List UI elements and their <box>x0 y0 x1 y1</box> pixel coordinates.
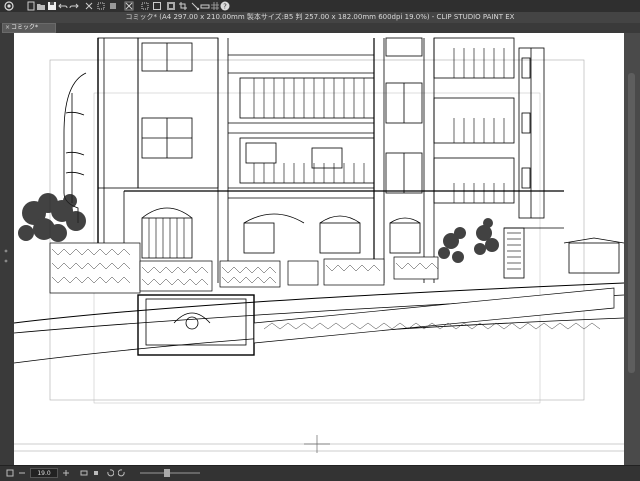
clear-icon[interactable] <box>84 1 94 11</box>
scrollbar-thumb[interactable] <box>628 73 635 373</box>
redo-icon[interactable] <box>69 1 79 11</box>
left-ruler <box>0 33 14 465</box>
window-title: コミック* (A4 297.00 x 210.00mm 製本サイズ:B5 判 2… <box>125 13 515 21</box>
deselect-icon[interactable] <box>152 1 162 11</box>
rotate-right-icon[interactable] <box>118 469 126 477</box>
snap-icon[interactable] <box>190 1 200 11</box>
save-icon[interactable] <box>47 1 57 11</box>
zoom-out-icon[interactable] <box>18 469 26 477</box>
building-line-art <box>14 37 624 453</box>
select-all-icon[interactable] <box>140 1 150 11</box>
fill-icon[interactable] <box>108 1 118 11</box>
drawing-canvas[interactable] <box>14 33 624 465</box>
zoom-level-field[interactable]: 19.0 <box>30 468 58 478</box>
invert-selection-icon[interactable] <box>166 1 176 11</box>
crop-icon[interactable] <box>178 1 188 11</box>
tab-label: コミック* <box>11 24 39 31</box>
fit-to-screen-icon[interactable] <box>80 469 88 477</box>
help-icon[interactable]: ? <box>220 1 230 11</box>
selection-icon[interactable] <box>124 1 134 11</box>
rotation-slider-knob[interactable] <box>164 469 170 477</box>
status-bar: 19.0 <box>0 465 640 481</box>
vertical-scrollbar[interactable] <box>624 33 640 465</box>
tab-bar: × コミック* <box>0 23 640 33</box>
rotate-left-icon[interactable] <box>106 469 114 477</box>
transform-icon[interactable] <box>96 1 106 11</box>
rotation-slider[interactable] <box>140 469 200 477</box>
svg-text:?: ? <box>223 3 227 11</box>
tab-document[interactable]: × コミック* <box>2 23 56 33</box>
navigator-icon[interactable] <box>6 469 14 477</box>
canvas-area <box>0 33 640 465</box>
grid-icon[interactable] <box>210 1 220 11</box>
undo-icon[interactable] <box>58 1 68 11</box>
tab-close-icon[interactable]: × <box>5 24 10 32</box>
zoom-in-icon[interactable] <box>62 469 70 477</box>
open-file-icon[interactable] <box>36 1 46 11</box>
new-file-icon[interactable] <box>26 1 36 11</box>
clip-studio-logo-icon[interactable] <box>4 1 14 11</box>
ruler-icon[interactable] <box>200 1 210 11</box>
actual-size-icon[interactable] <box>92 469 100 477</box>
